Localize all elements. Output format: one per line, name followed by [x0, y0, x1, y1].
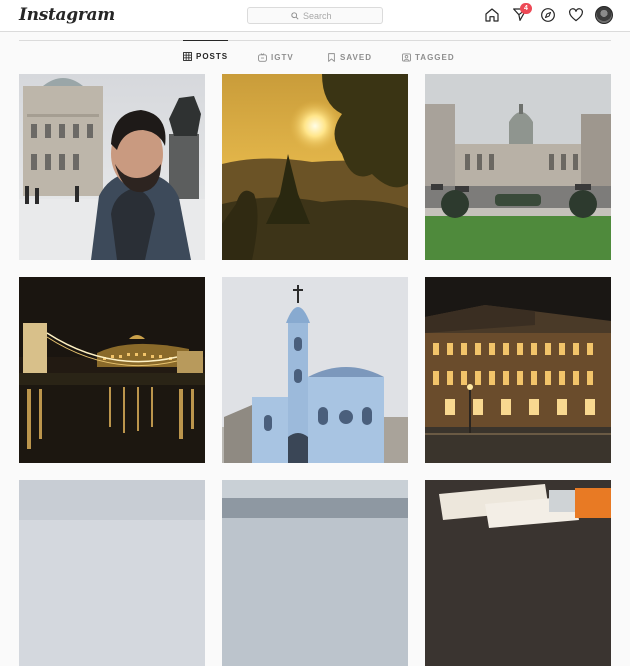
post-image	[425, 480, 611, 666]
post-image	[425, 277, 611, 463]
post-tile[interactable]	[19, 74, 205, 260]
bookmark-icon	[328, 52, 335, 62]
tab-igtv-label: IGTV	[271, 52, 294, 62]
post-image	[222, 74, 408, 260]
post-image	[222, 277, 408, 463]
tab-igtv[interactable]: IGTV	[258, 41, 294, 73]
post-tile[interactable]	[222, 480, 408, 666]
igtv-icon	[258, 52, 267, 62]
nav-icons: 4	[0, 3, 630, 26]
post-image	[19, 480, 205, 666]
profile-tabs: POSTS IGTV SAVED TAGGED	[0, 40, 630, 73]
post-tile[interactable]	[222, 74, 408, 260]
post-tile[interactable]	[222, 277, 408, 463]
post-tile[interactable]	[425, 277, 611, 463]
tab-posts[interactable]: POSTS	[183, 40, 229, 72]
heart-icon	[569, 8, 583, 22]
explore-button[interactable]	[539, 6, 557, 24]
post-tile[interactable]	[425, 480, 611, 666]
direct-messages-button[interactable]: 4	[511, 3, 532, 24]
home-button[interactable]	[483, 6, 501, 24]
tab-tagged[interactable]: TAGGED	[402, 41, 455, 73]
tab-posts-label: POSTS	[196, 52, 229, 61]
tab-saved-label: SAVED	[340, 52, 372, 62]
home-icon	[485, 8, 499, 22]
tagged-portrait-icon	[402, 52, 411, 62]
profile-avatar[interactable]	[595, 6, 613, 24]
notification-badge: 4	[520, 3, 532, 14]
tab-saved[interactable]: SAVED	[327, 41, 372, 73]
post-image	[19, 74, 205, 260]
post-tile[interactable]	[425, 74, 611, 260]
tab-tagged-label: TAGGED	[415, 52, 455, 62]
post-image	[19, 277, 205, 463]
post-tile[interactable]	[19, 277, 205, 463]
activity-button[interactable]	[567, 6, 585, 24]
post-image	[222, 480, 408, 666]
grid-icon	[183, 52, 192, 61]
top-navigation-bar: Instagram 4	[0, 0, 630, 32]
post-image	[425, 74, 611, 260]
explore-compass-icon	[541, 8, 555, 22]
post-tile[interactable]	[19, 480, 205, 666]
